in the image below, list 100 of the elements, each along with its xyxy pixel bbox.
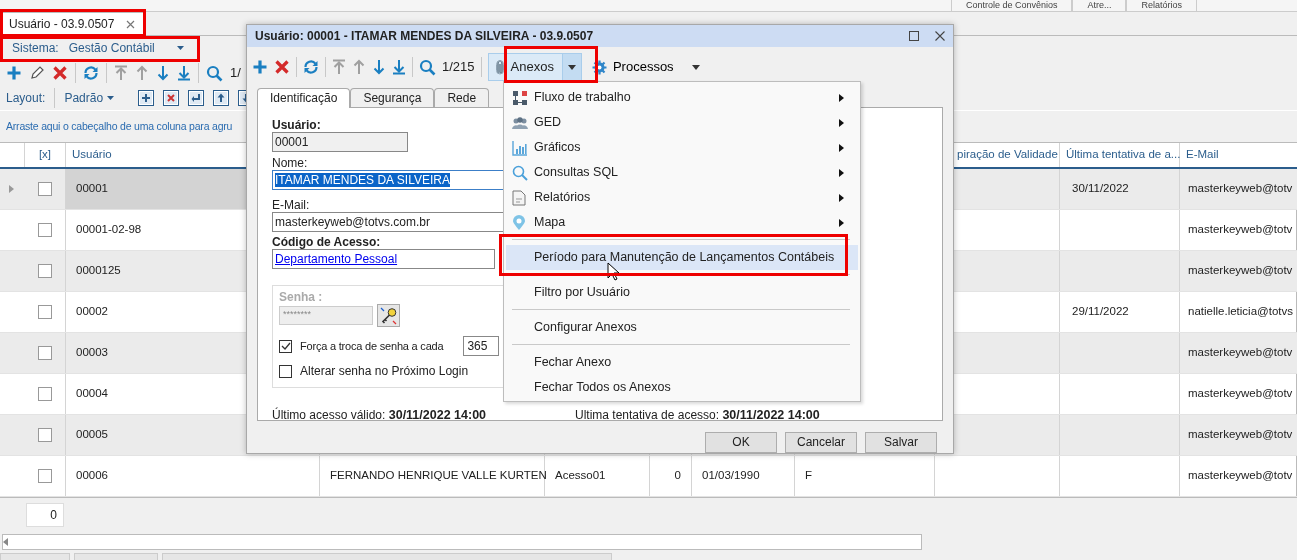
system-dropdown[interactable]: Gestão Contábil	[68, 40, 198, 56]
column-header[interactable]: Última tentativa de a...	[1066, 148, 1181, 162]
add-layout-icon[interactable]	[138, 90, 155, 106]
column-header[interactable]: Usuário	[72, 148, 112, 162]
menu-item[interactable]: Fechar Todos os Anexos	[506, 375, 858, 400]
arrow-up-icon[interactable]	[352, 59, 366, 75]
table-cell: masterkeyweb@totv	[1188, 387, 1293, 401]
arrow-up-icon[interactable]	[135, 65, 149, 81]
user-field[interactable]: 00001	[272, 132, 408, 152]
people-icon	[512, 115, 528, 130]
table-cell: masterkeyweb@totv	[1188, 264, 1293, 278]
flowchart-icon	[512, 89, 528, 106]
checkbox[interactable]	[279, 365, 292, 379]
caret-icon	[567, 64, 576, 70]
row-checkbox[interactable]	[38, 346, 52, 360]
maximize-icon[interactable]	[909, 31, 919, 41]
last-valid-access-label: Último acesso válido:	[272, 407, 386, 422]
dialog-button[interactable]: Salvar	[865, 432, 937, 453]
layout-dropdown[interactable]: Padrão	[64, 90, 115, 106]
column-header[interactable]: E-Mail	[1186, 148, 1219, 162]
arrow-down-icon[interactable]	[156, 65, 170, 81]
submenu-arrow-icon	[839, 193, 844, 202]
checkbox[interactable]	[279, 339, 292, 353]
menu-item[interactable]: Gráficos	[506, 135, 858, 160]
x-mark-icon[interactable]	[52, 65, 68, 81]
menu-item[interactable]: Período para Manutenção de Lançamentos Contábeis	[506, 245, 858, 270]
table-cell: 00001-02-98	[76, 223, 142, 237]
table-cell: 01/03/1990	[702, 469, 760, 483]
table-cell: F	[805, 469, 813, 483]
upload-icon[interactable]	[213, 90, 230, 106]
arrow-to-bottom-icon[interactable]	[392, 59, 406, 75]
table-cell: 00001	[76, 182, 108, 196]
row-checkbox[interactable]	[38, 428, 52, 442]
table-cell: Acesso01	[555, 469, 606, 483]
delete-layout-icon[interactable]	[163, 90, 180, 106]
row-checkbox[interactable]	[38, 387, 52, 401]
ribbon-tab[interactable]: Atre...	[1072, 0, 1127, 11]
document-icon	[512, 189, 526, 206]
check-icon	[280, 342, 291, 351]
dialog-tab[interactable]: Identificação	[257, 88, 351, 108]
table-cell: 00002	[76, 305, 108, 319]
record-counter: 1/215	[442, 59, 475, 75]
menu-item[interactable]: Filtro por Usuário	[506, 280, 858, 305]
paperclip-icon	[494, 59, 505, 75]
row-checkbox[interactable]	[38, 305, 52, 319]
caret-icon	[691, 64, 700, 70]
plus-icon[interactable]	[6, 65, 22, 81]
horizontal-scrollbar[interactable]	[2, 534, 922, 550]
ribbon-tab[interactable]: Relatórios	[1126, 0, 1197, 11]
plus-icon[interactable]	[252, 59, 268, 75]
menu-item[interactable]: GED	[506, 110, 858, 135]
arrow-down-icon[interactable]	[372, 59, 386, 75]
menu-item[interactable]: Fluxo de trabalho	[506, 85, 858, 110]
table-cell: FERNANDO HENRIQUE VALLE KURTEN	[330, 469, 547, 483]
refresh-icon[interactable]	[303, 59, 319, 75]
search-icon[interactable]	[206, 64, 223, 82]
search-icon[interactable]	[419, 58, 436, 76]
close-icon[interactable]	[935, 31, 945, 41]
field-label: Usuário:	[272, 118, 321, 132]
processes-button[interactable]: Processos	[587, 59, 704, 75]
attachments-button[interactable]: Anexos	[487, 53, 582, 81]
arrow-to-top-icon[interactable]	[114, 65, 128, 81]
arrow-to-top-icon[interactable]	[332, 59, 346, 75]
row-checkbox[interactable]	[38, 469, 52, 483]
arrow-to-bottom-icon[interactable]	[177, 65, 191, 81]
search-icon	[512, 164, 528, 181]
bar-chart-icon	[512, 139, 528, 156]
scroll-left-icon[interactable]	[3, 538, 9, 546]
close-icon[interactable]	[126, 19, 136, 29]
caret-icon	[176, 46, 184, 50]
submenu-arrow-icon	[839, 168, 844, 177]
last-attempt-value: 30/11/2022 14:00	[722, 407, 820, 422]
dialog-tab[interactable]: Segurança	[350, 88, 435, 107]
table-cell: 00005	[76, 428, 108, 442]
table-cell: masterkeyweb@totv	[1188, 469, 1293, 483]
menu-item[interactable]: Fechar Anexo	[506, 350, 858, 375]
column-header[interactable]: [x]	[38, 148, 52, 162]
system-label: Sistema:	[12, 40, 59, 56]
row-checkbox[interactable]	[38, 264, 52, 278]
days-field[interactable]: 365	[463, 336, 500, 357]
dialog-button[interactable]: OK	[705, 432, 777, 453]
dialog-tab[interactable]: Rede	[434, 88, 490, 107]
table-cell: 29/11/2022	[1072, 305, 1129, 319]
column-header[interactable]: piração de Validade	[957, 148, 1058, 162]
pencil-icon[interactable]	[29, 65, 45, 81]
key-icon	[379, 306, 398, 325]
return-arrow-icon[interactable]	[188, 90, 205, 106]
menu-item[interactable]: Configurar Anexos	[506, 315, 858, 340]
row-checkbox[interactable]	[38, 182, 52, 196]
gear-icon	[591, 59, 607, 75]
row-count: 0	[26, 503, 64, 527]
dialog-button[interactable]: Cancelar	[785, 432, 857, 453]
x-mark-icon[interactable]	[274, 59, 290, 75]
refresh-icon[interactable]	[83, 65, 99, 81]
row-checkbox[interactable]	[38, 223, 52, 237]
ribbon-tab[interactable]: Controle de Convênios	[950, 0, 1073, 11]
table-cell: 30/11/2022	[1072, 182, 1129, 196]
change-password-button[interactable]	[377, 304, 400, 328]
table-cell: 00006	[76, 469, 108, 483]
table-cell: 00004	[76, 387, 108, 401]
